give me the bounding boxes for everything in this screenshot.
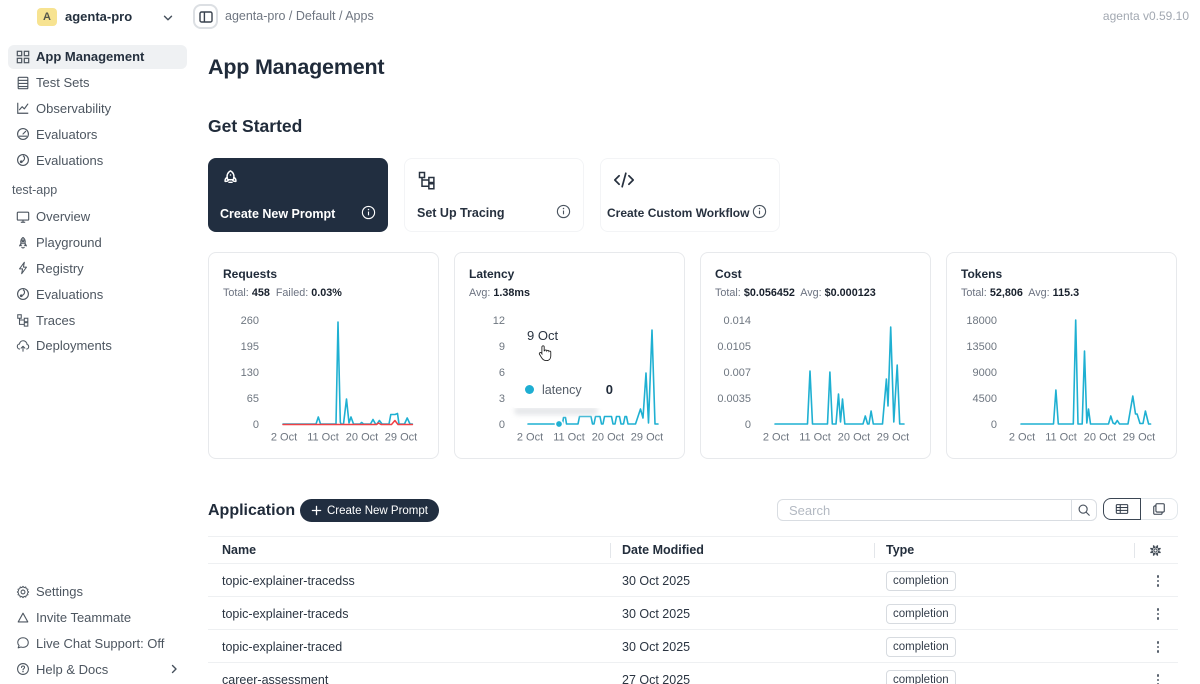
svg-text:0.014: 0.014 (723, 315, 751, 327)
svg-text:195: 195 (241, 341, 259, 353)
svg-text:2 Oct: 2 Oct (1009, 432, 1035, 444)
svg-text:29 Oct: 29 Oct (385, 432, 417, 444)
svg-text:3: 3 (499, 393, 505, 405)
svg-text:18000: 18000 (966, 315, 997, 327)
svg-text:20 Oct: 20 Oct (1084, 432, 1116, 444)
svg-text:260: 260 (241, 315, 259, 327)
svg-text:13500: 13500 (966, 341, 997, 353)
svg-text:0.0035: 0.0035 (717, 393, 751, 405)
svg-text:65: 65 (247, 393, 259, 405)
svg-text:29 Oct: 29 Oct (877, 432, 909, 444)
svg-text:0: 0 (253, 419, 259, 431)
svg-text:9: 9 (499, 341, 505, 353)
svg-text:11 Oct: 11 Oct (1045, 432, 1077, 444)
svg-text:20 Oct: 20 Oct (346, 432, 378, 444)
svg-text:20 Oct: 20 Oct (592, 432, 624, 444)
svg-text:11 Oct: 11 Oct (553, 432, 585, 444)
svg-text:29 Oct: 29 Oct (631, 432, 663, 444)
svg-text:11 Oct: 11 Oct (307, 432, 339, 444)
svg-text:0.007: 0.007 (723, 367, 751, 379)
svg-text:4500: 4500 (973, 393, 997, 405)
svg-text:2 Oct: 2 Oct (517, 432, 543, 444)
svg-text:0: 0 (745, 419, 751, 431)
svg-text:2 Oct: 2 Oct (271, 432, 297, 444)
svg-text:11 Oct: 11 Oct (799, 432, 831, 444)
svg-text:20 Oct: 20 Oct (838, 432, 870, 444)
svg-text:0: 0 (499, 419, 505, 431)
svg-text:2 Oct: 2 Oct (763, 432, 789, 444)
svg-text:12: 12 (493, 315, 505, 327)
svg-text:0.0105: 0.0105 (717, 341, 751, 353)
svg-text:0: 0 (991, 419, 997, 431)
svg-text:6: 6 (499, 367, 505, 379)
svg-text:29 Oct: 29 Oct (1123, 432, 1155, 444)
svg-text:9000: 9000 (973, 367, 997, 379)
svg-text:130: 130 (241, 367, 259, 379)
